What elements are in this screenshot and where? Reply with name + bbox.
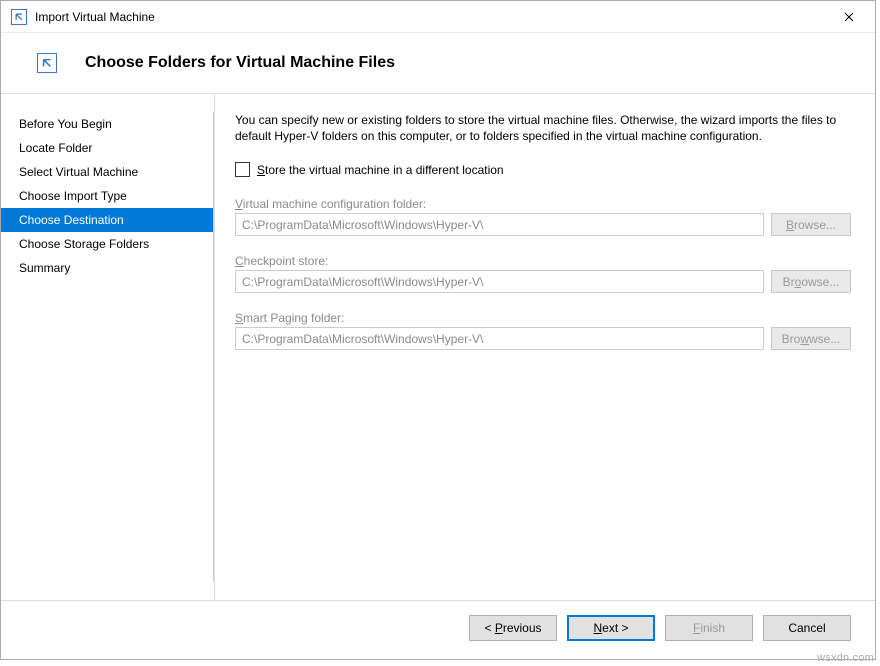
vm-config-browse-button: Browse... — [771, 213, 851, 236]
finish-button: Finish — [665, 615, 753, 641]
wizard-steps-sidebar: Before You Begin Locate Folder Select Vi… — [1, 94, 215, 600]
wizard-footer: < Previous Next > Finish Cancel — [1, 600, 875, 659]
wizard-main-panel: You can specify new or existing folders … — [215, 94, 875, 600]
different-location-label: Store the virtual machine in a different… — [257, 163, 504, 177]
sidebar-item-label: Choose Import Type — [19, 189, 127, 203]
smart-paging-browse-button: Browwse... — [771, 327, 851, 350]
smart-paging-input — [235, 327, 764, 350]
sidebar-item-import-type[interactable]: Choose Import Type — [1, 184, 214, 208]
close-button[interactable] — [826, 3, 871, 31]
different-location-checkbox[interactable] — [235, 162, 250, 177]
vm-config-folder-label: Virtual machine configuration folder: — [235, 197, 851, 211]
description-text: You can specify new or existing folders … — [235, 112, 851, 144]
sidebar-item-locate-folder[interactable]: Locate Folder — [1, 136, 214, 160]
sidebar-item-label: Choose Destination — [19, 213, 124, 227]
next-button[interactable]: Next > — [567, 615, 655, 641]
sidebar-item-summary[interactable]: Summary — [1, 256, 214, 280]
sidebar-item-select-vm[interactable]: Select Virtual Machine — [1, 160, 214, 184]
import-vm-wizard-window: Import Virtual Machine Choose Folders fo… — [0, 0, 876, 660]
vm-config-folder-input — [235, 213, 764, 236]
checkpoint-store-input — [235, 270, 764, 293]
wizard-header: Choose Folders for Virtual Machine Files — [1, 33, 875, 94]
sidebar-item-label: Choose Storage Folders — [19, 237, 149, 251]
sidebar-item-label: Select Virtual Machine — [19, 165, 138, 179]
window-title: Import Virtual Machine — [35, 10, 155, 24]
different-location-row: Store the virtual machine in a different… — [235, 162, 851, 177]
sidebar-item-label: Before You Begin — [19, 117, 112, 131]
sidebar-item-label: Summary — [19, 261, 70, 275]
vm-config-folder-group: Virtual machine configuration folder: Br… — [235, 197, 851, 236]
sidebar-item-label: Locate Folder — [19, 141, 92, 155]
titlebar: Import Virtual Machine — [1, 1, 875, 33]
smart-paging-label: Smart Paging folder: — [235, 311, 851, 325]
import-icon — [11, 9, 27, 25]
smart-paging-group: Smart Paging folder: Browwse... — [235, 311, 851, 350]
watermark-text: wsxdn.com — [817, 652, 874, 664]
sidebar-item-before-you-begin[interactable]: Before You Begin — [1, 112, 214, 136]
import-icon — [37, 53, 57, 73]
checkpoint-store-label: Checkpoint store: — [235, 254, 851, 268]
page-title: Choose Folders for Virtual Machine Files — [85, 54, 395, 72]
cancel-button[interactable]: Cancel — [763, 615, 851, 641]
sidebar-item-destination[interactable]: Choose Destination — [1, 208, 214, 232]
checkpoint-store-group: Checkpoint store: Broowse... — [235, 254, 851, 293]
checkpoint-store-browse-button: Broowse... — [771, 270, 851, 293]
sidebar-item-storage-folders[interactable]: Choose Storage Folders — [1, 232, 214, 256]
previous-button[interactable]: < Previous — [469, 615, 557, 641]
